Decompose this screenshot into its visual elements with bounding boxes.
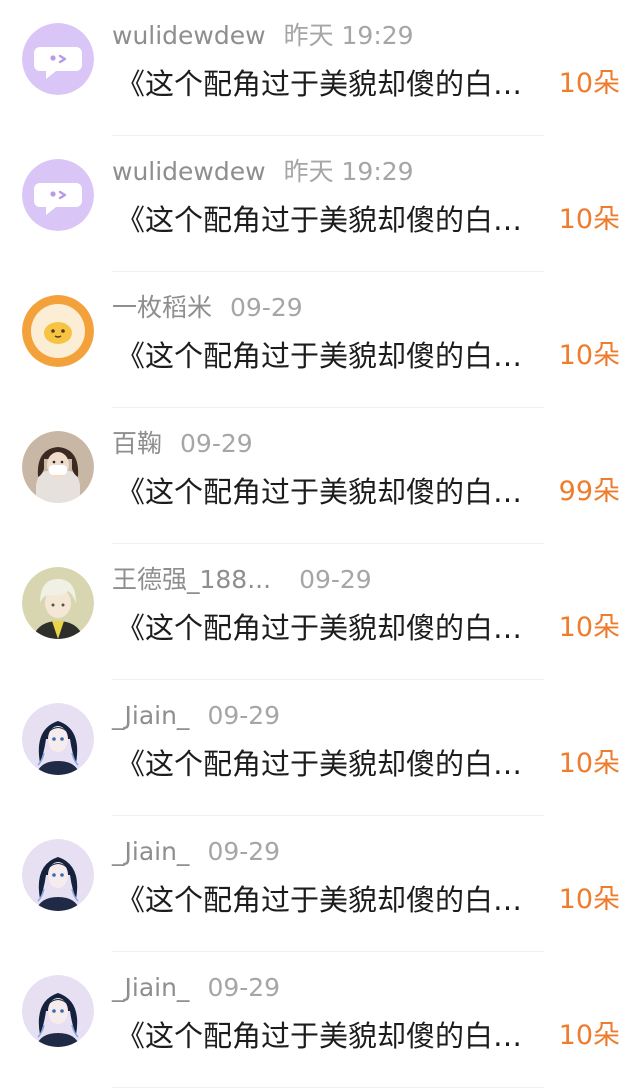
timestamp: 09-29 xyxy=(180,429,253,458)
list-item[interactable]: 王德强_188... 09-29 《这个配角过于美貌却傻的白月光》 10朵 xyxy=(0,544,640,680)
gift-message[interactable]: 《这个配角过于美貌却傻的白月光》 xyxy=(116,198,550,242)
username[interactable]: 百鞠 xyxy=(112,424,162,464)
username[interactable]: wulidewdew xyxy=(112,152,266,192)
gift-message[interactable]: 《这个配角过于美貌却傻的白月光》 xyxy=(116,742,550,786)
list-item[interactable]: wulidewdew 昨天 19:29 《这个配角过于美貌却傻的白月光》 10朵 xyxy=(0,0,640,136)
chat-bubble-icon xyxy=(22,159,94,231)
anime-girl-avatar-icon xyxy=(22,703,94,775)
avatar[interactable] xyxy=(22,23,94,95)
username[interactable]: _Jiain_ xyxy=(112,832,189,872)
gift-amount: 10朵 xyxy=(558,340,620,371)
timestamp: 09-29 xyxy=(230,293,303,322)
gift-amount: 10朵 xyxy=(558,612,620,643)
username[interactable]: _Jiain_ xyxy=(112,696,189,736)
username[interactable]: wulidewdew xyxy=(112,16,266,56)
timestamp: 09-29 xyxy=(207,973,281,1002)
portrait-avatar-icon xyxy=(22,431,94,503)
timestamp: 09-29 xyxy=(207,701,281,730)
list-item[interactable]: _Jiain_ 09-29 《这个配角过于美貌却傻的白月光》 10朵 xyxy=(0,680,640,816)
gift-amount: 10朵 xyxy=(558,1020,620,1051)
avatar[interactable] xyxy=(22,431,94,503)
avatar[interactable] xyxy=(22,295,94,367)
list-item[interactable]: wulidewdew 昨天 19:29 《这个配角过于美貌却傻的白月光》 10朵 xyxy=(0,136,640,272)
list-item[interactable]: _Jiain_ 09-29 《这个配角过于美貌却傻的白月光》 10朵 xyxy=(0,952,640,1088)
egg-avatar-icon xyxy=(22,295,94,367)
avatar[interactable] xyxy=(22,839,94,911)
gift-amount: 10朵 xyxy=(558,884,620,915)
gift-message[interactable]: 《这个配角过于美貌却傻的白月光》 xyxy=(116,878,550,922)
gift-amount: 10朵 xyxy=(558,68,620,99)
username[interactable]: 王德强_188... xyxy=(112,560,271,600)
timestamp: 09-29 xyxy=(299,565,372,594)
username[interactable]: 一枚稻米 xyxy=(112,288,212,328)
gift-amount: 10朵 xyxy=(558,748,620,779)
gift-record-list: wulidewdew 昨天 19:29 《这个配角过于美貌却傻的白月光》 10朵 … xyxy=(0,0,640,1088)
avatar[interactable] xyxy=(22,159,94,231)
timestamp: 09-29 xyxy=(207,837,281,866)
anime-girl-avatar-icon xyxy=(22,839,94,911)
timestamp: 昨天 19:29 xyxy=(283,21,414,50)
gift-message[interactable]: 《这个配角过于美貌却傻的白月光》 xyxy=(116,606,550,650)
chat-bubble-icon xyxy=(22,23,94,95)
avatar[interactable] xyxy=(22,703,94,775)
gift-amount: 10朵 xyxy=(558,204,620,235)
gift-message[interactable]: 《这个配角过于美貌却傻的白月光》 xyxy=(116,1014,550,1058)
anime-girl-avatar-icon xyxy=(22,975,94,1047)
avatar[interactable] xyxy=(22,567,94,639)
gift-message[interactable]: 《这个配角过于美貌却傻的白月光》 xyxy=(116,470,550,514)
gift-message[interactable]: 《这个配角过于美貌却傻的白月光》 xyxy=(116,62,550,106)
list-item[interactable]: _Jiain_ 09-29 《这个配角过于美貌却傻的白月光》 10朵 xyxy=(0,816,640,952)
avatar[interactable] xyxy=(22,975,94,1047)
timestamp: 昨天 19:29 xyxy=(283,157,414,186)
anime-avatar-icon xyxy=(22,567,94,639)
username[interactable]: _Jiain_ xyxy=(112,968,189,1008)
gift-message[interactable]: 《这个配角过于美貌却傻的白月光》 xyxy=(116,334,550,378)
list-item[interactable]: 一枚稻米 09-29 《这个配角过于美貌却傻的白月光》 10朵 xyxy=(0,272,640,408)
gift-amount: 99朵 xyxy=(558,476,620,507)
list-item[interactable]: 百鞠 09-29 《这个配角过于美貌却傻的白月光》 99朵 xyxy=(0,408,640,544)
